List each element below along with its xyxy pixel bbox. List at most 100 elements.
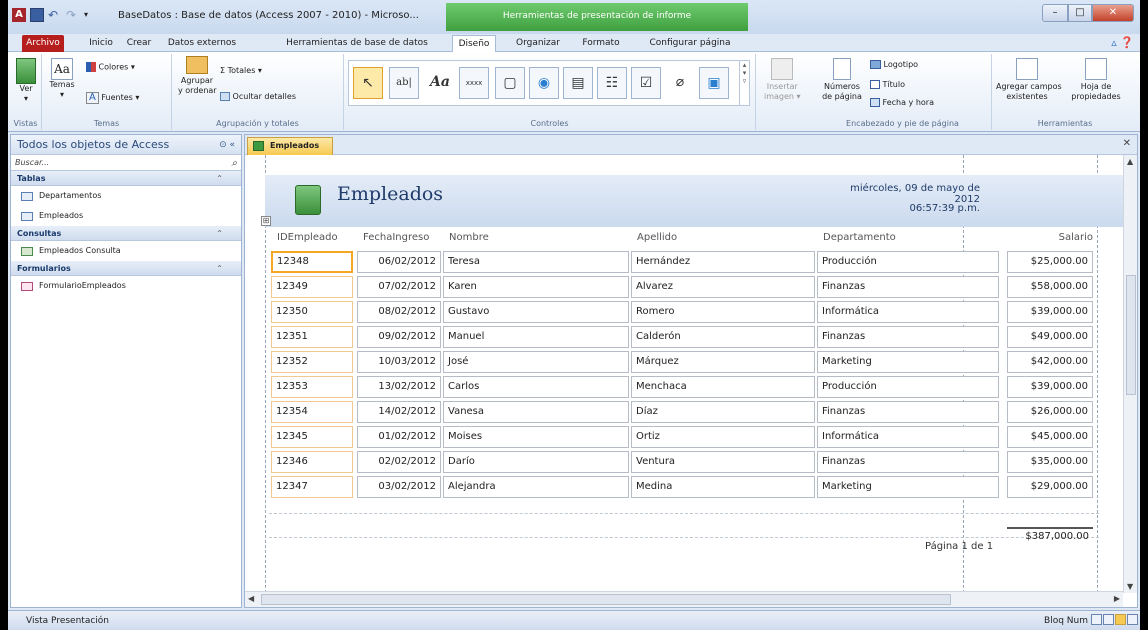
- vertical-scrollbar[interactable]: ▲ ▼: [1123, 155, 1137, 593]
- agregar-campos-button[interactable]: Agregar campos existentes: [996, 58, 1062, 102]
- cell-nombre[interactable]: Moises: [443, 426, 629, 448]
- cell-apellido[interactable]: Márquez: [631, 351, 815, 373]
- access-app-icon[interactable]: A: [12, 8, 26, 22]
- column-header-nombre[interactable]: Nombre: [449, 229, 489, 247]
- cell-nombre[interactable]: Karen: [443, 276, 629, 298]
- tab-configurar-pagina[interactable]: Configurar página: [642, 35, 738, 52]
- tab-inicio[interactable]: Inicio: [84, 35, 118, 52]
- tab-organizar[interactable]: Organizar: [512, 35, 564, 52]
- cell-idempleado[interactable]: 12354: [271, 401, 353, 423]
- cell-salario[interactable]: $39,000.00: [1007, 301, 1093, 323]
- cell-apellido[interactable]: Díaz: [631, 401, 815, 423]
- cell-nombre[interactable]: Vanesa: [443, 401, 629, 423]
- numeros-pagina-button[interactable]: Números de página: [820, 58, 864, 102]
- cell-nombre[interactable]: José: [443, 351, 629, 373]
- tab-formato[interactable]: Formato: [578, 35, 624, 52]
- temas-button[interactable]: Aa Temas ▾: [48, 58, 76, 100]
- textbox-control-icon[interactable]: ab|: [389, 67, 419, 99]
- cell-departamento[interactable]: Marketing: [817, 351, 999, 373]
- customize-qat-icon[interactable]: ▾: [84, 8, 98, 22]
- cell-departamento[interactable]: Informática: [817, 426, 999, 448]
- cell-salario[interactable]: $25,000.00: [1007, 251, 1093, 273]
- navigation-control-icon[interactable]: ▤: [563, 67, 593, 99]
- insertar-imagen-button[interactable]: Insertar imagen ▾: [764, 58, 801, 102]
- scroll-down-icon[interactable]: ▼: [1127, 582, 1133, 591]
- search-icon[interactable]: ⌕: [231, 156, 237, 172]
- cell-fechaingreso[interactable]: 06/02/2012: [357, 251, 441, 273]
- ocultar-detalles-button[interactable]: Ocultar detalles: [220, 92, 296, 102]
- save-icon[interactable]: [30, 8, 44, 22]
- report-view-icon[interactable]: [1091, 614, 1102, 625]
- cell-salario[interactable]: $49,000.00: [1007, 326, 1093, 348]
- report-logo-icon[interactable]: [295, 185, 321, 215]
- cell-salario[interactable]: $58,000.00: [1007, 276, 1093, 298]
- cell-fechaingreso[interactable]: 03/02/2012: [357, 476, 441, 498]
- nav-section-formularios[interactable]: Formularios ⌃: [11, 261, 241, 276]
- cell-apellido[interactable]: Hernández: [631, 251, 815, 273]
- scroll-right-icon[interactable]: ▶: [1114, 594, 1120, 603]
- agrupar-button[interactable]: Agrupar y ordenar: [178, 56, 217, 96]
- cell-fechaingreso[interactable]: 01/02/2012: [357, 426, 441, 448]
- titulo-button[interactable]: Título: [870, 80, 905, 90]
- cell-apellido[interactable]: Alvarez: [631, 276, 815, 298]
- cell-fechaingreso[interactable]: 07/02/2012: [357, 276, 441, 298]
- hyperlink-control-icon[interactable]: ◉: [529, 67, 559, 99]
- column-header-salario[interactable]: Salario: [1007, 229, 1093, 247]
- totales-button[interactable]: Σ Totales ▾: [220, 66, 262, 76]
- ver-button[interactable]: Ver ▾: [12, 58, 40, 104]
- document-tab-empleados[interactable]: Empleados: [247, 137, 333, 155]
- fuentes-button[interactable]: A Fuentes ▾: [86, 92, 139, 104]
- colores-button[interactable]: Colores ▾: [86, 62, 135, 73]
- button-control-icon[interactable]: xxxx: [459, 67, 489, 99]
- collapse-chevron-icon[interactable]: ⌃: [216, 226, 223, 241]
- cell-idempleado[interactable]: 12352: [271, 351, 353, 373]
- nav-item-formularioempleados[interactable]: FormularioEmpleados: [11, 276, 241, 296]
- cell-salario[interactable]: $26,000.00: [1007, 401, 1093, 423]
- report-title[interactable]: Empleados: [337, 183, 443, 205]
- cell-idempleado[interactable]: 12346: [271, 451, 353, 473]
- collapse-chevron-icon[interactable]: ⌃: [216, 261, 223, 276]
- scroll-left-icon[interactable]: ◀: [248, 594, 254, 603]
- redo-icon[interactable]: ↷: [66, 8, 80, 22]
- design-view-icon[interactable]: [1127, 614, 1138, 625]
- cell-idempleado[interactable]: 12350: [271, 301, 353, 323]
- tab-archivo[interactable]: Archivo: [22, 35, 64, 52]
- cell-departamento[interactable]: Finanzas: [817, 451, 999, 473]
- cell-idempleado[interactable]: 12351: [271, 326, 353, 348]
- column-header-idempleado[interactable]: IDEmpleado: [277, 229, 338, 247]
- cell-departamento[interactable]: Informática: [817, 301, 999, 323]
- cell-departamento[interactable]: Finanzas: [817, 401, 999, 423]
- print-preview-icon[interactable]: [1103, 614, 1114, 625]
- label-control-icon[interactable]: Aa: [425, 67, 455, 99]
- cell-nombre[interactable]: Gustavo: [443, 301, 629, 323]
- gallery-scroll[interactable]: ▴ ▾ ▿: [739, 61, 749, 105]
- nav-item-empleados[interactable]: Empleados: [11, 206, 241, 226]
- nav-section-consultas[interactable]: Consultas ⌃: [11, 226, 241, 241]
- cell-salario[interactable]: $35,000.00: [1007, 451, 1093, 473]
- close-button[interactable]: ✕: [1092, 4, 1134, 22]
- minimize-button[interactable]: –: [1042, 4, 1068, 22]
- cell-nombre[interactable]: Darío: [443, 451, 629, 473]
- cell-idempleado[interactable]: 12349: [271, 276, 353, 298]
- cell-nombre[interactable]: Carlos: [443, 376, 629, 398]
- vertical-scroll-thumb[interactable]: [1126, 275, 1136, 395]
- help-icon[interactable]: ▵ ❓: [1111, 36, 1134, 49]
- nav-item-departamentos[interactable]: Departamentos: [11, 186, 241, 206]
- tab-herramientas-bd[interactable]: Herramientas de base de datos: [282, 35, 432, 52]
- cell-idempleado[interactable]: 12345: [271, 426, 353, 448]
- cell-nombre[interactable]: Manuel: [443, 326, 629, 348]
- tab-control-icon[interactable]: ▢: [495, 67, 525, 99]
- cell-fechaingreso[interactable]: 10/03/2012: [357, 351, 441, 373]
- column-header-departamento[interactable]: Departamento: [823, 229, 896, 247]
- undo-icon[interactable]: ↶: [48, 8, 62, 22]
- cell-apellido[interactable]: Ortiz: [631, 426, 815, 448]
- page-number[interactable]: Página 1 de 1: [925, 541, 993, 552]
- cell-departamento[interactable]: Finanzas: [817, 326, 999, 348]
- option-group-icon[interactable]: ☷: [597, 67, 627, 99]
- cell-fechaingreso[interactable]: 02/02/2012: [357, 451, 441, 473]
- cell-departamento[interactable]: Finanzas: [817, 276, 999, 298]
- cell-departamento[interactable]: Producción: [817, 376, 999, 398]
- checkbox-control-icon[interactable]: ☑: [631, 67, 661, 99]
- cell-fechaingreso[interactable]: 13/02/2012: [357, 376, 441, 398]
- maximize-button[interactable]: □: [1068, 4, 1092, 22]
